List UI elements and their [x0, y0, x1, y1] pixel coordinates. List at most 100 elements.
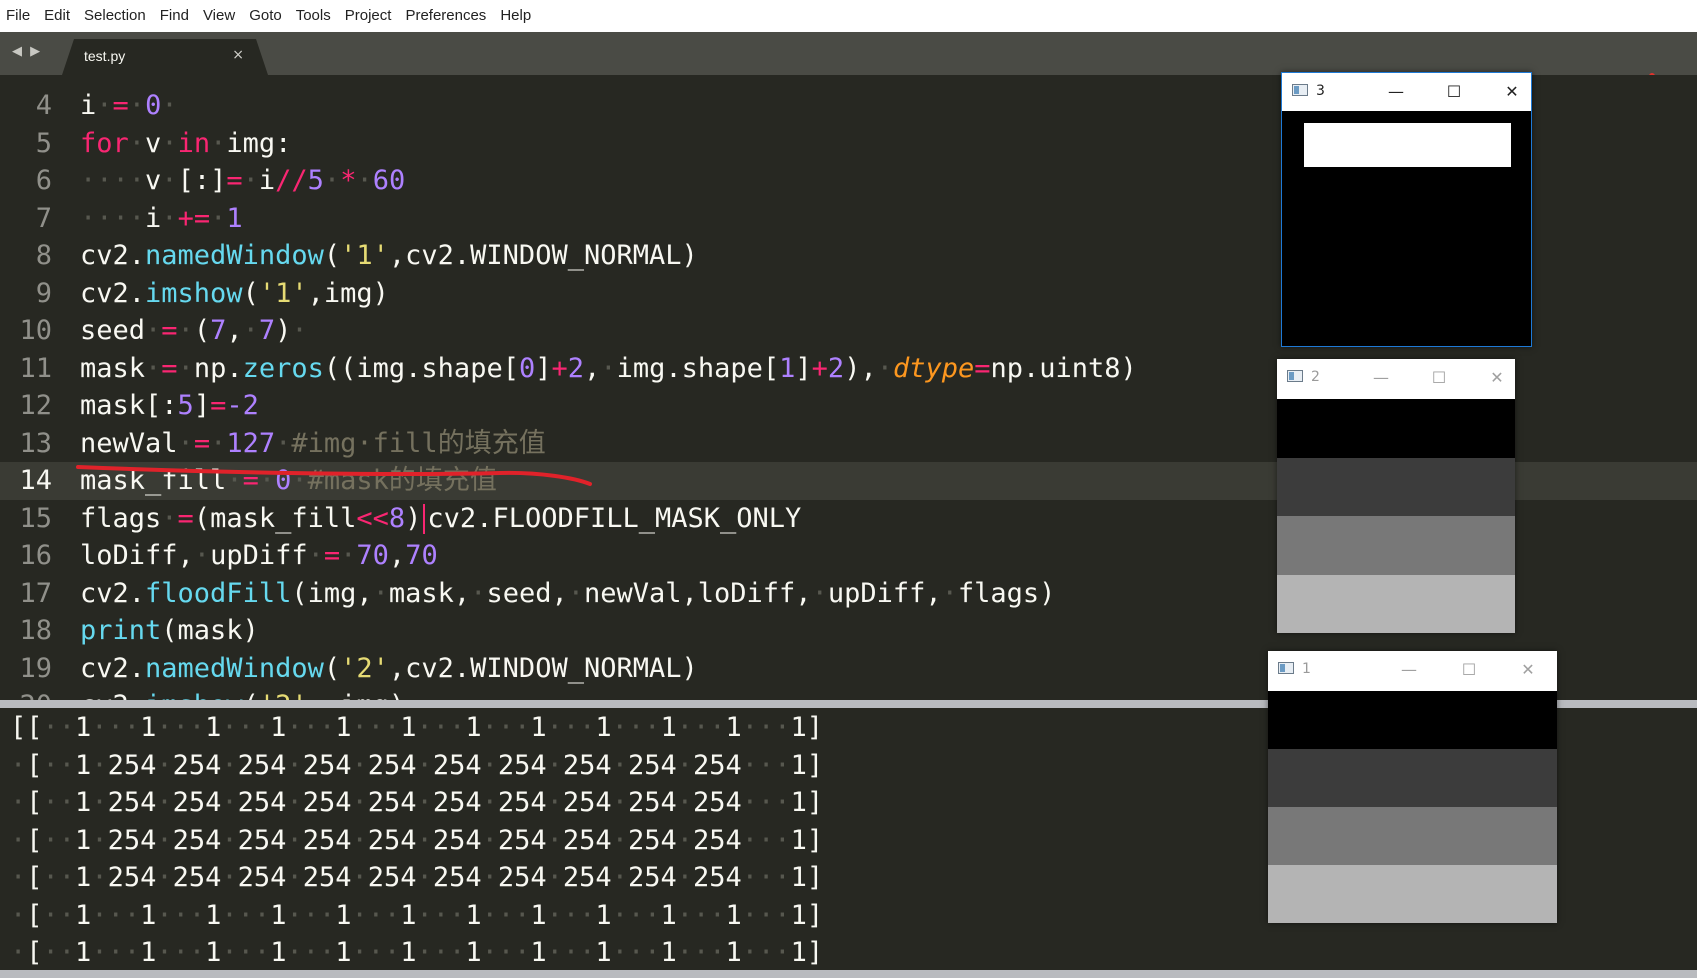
output-token: 1 [75, 749, 92, 781]
cv-window-3[interactable]: 3 — ☐ ✕ [1281, 72, 1532, 347]
output-line: ·[··1·254·254·254·254·254·254·254·254·25… [10, 859, 823, 897]
code-token: · [226, 465, 243, 496]
app-window-icon [1292, 84, 1308, 96]
output-token: · [91, 824, 108, 856]
code-token: · [161, 502, 178, 534]
output-token: ··· [91, 937, 141, 968]
code-text: cv2.namedWindow('1',cv2.WINDOW_NORMAL) [80, 237, 698, 275]
code-token: 8 [388, 502, 406, 534]
menu-find[interactable]: Find [153, 0, 196, 32]
menu-goto[interactable]: Goto [242, 0, 289, 32]
code-token: · [128, 90, 146, 121]
output-token: · [351, 749, 368, 781]
code-token: cv2. [80, 652, 146, 684]
code-token: = [226, 165, 243, 196]
app-window-icon [1278, 662, 1294, 674]
line-number: 20 [0, 687, 52, 700]
tab-bar: ◀ ▶ test.py × [0, 32, 1697, 79]
output-token: 254 [562, 749, 612, 781]
minimize-icon[interactable]: — [1366, 365, 1396, 391]
output-token: · [156, 862, 173, 893]
image-band [1268, 807, 1557, 865]
code-token: ) [405, 502, 422, 534]
cv-window-titlebar[interactable]: 1 — ☐ ✕ [1268, 651, 1557, 689]
output-token: · [91, 787, 108, 818]
code-token: = [177, 502, 194, 534]
menu-tools[interactable]: Tools [289, 0, 338, 32]
tab-test-py[interactable]: test.py × [62, 39, 268, 75]
code-token: · [811, 577, 828, 609]
image-band [1277, 516, 1515, 575]
cv-window-titlebar[interactable]: 2 — ☐ ✕ [1277, 359, 1515, 397]
code-token: '1' [258, 277, 308, 309]
output-token: · [546, 787, 563, 818]
menu-project[interactable]: Project [338, 0, 399, 32]
output-token: 254 [237, 862, 287, 893]
menu-preferences[interactable]: Preferences [398, 0, 493, 32]
output-token: · [286, 824, 303, 856]
maximize-icon[interactable]: ☐ [1454, 657, 1484, 683]
menu-file[interactable]: File [0, 0, 37, 32]
cv-window-1[interactable]: 1 — ☐ ✕ [1268, 651, 1557, 923]
code-token: ,cv2.WINDOW_NORMAL) [388, 240, 698, 271]
code-token: 127 [226, 427, 276, 459]
close-icon[interactable]: ✕ [1497, 79, 1527, 105]
code-token: ] [535, 352, 552, 384]
output-token: ··· [676, 937, 726, 968]
code-token: = [112, 90, 129, 121]
menu-help[interactable]: Help [493, 0, 538, 32]
code-text: mask[:5]=-2 [80, 387, 259, 425]
output-token: 1 [725, 899, 742, 931]
maximize-icon[interactable]: ☐ [1424, 365, 1454, 391]
tab-nav-arrows-icon[interactable]: ◀ ▶ [12, 44, 42, 59]
line-number: 15 [19, 502, 52, 534]
output-token: 1 [400, 712, 417, 743]
code-token: in [177, 127, 211, 159]
maximize-icon[interactable]: ☐ [1439, 79, 1469, 105]
output-token: · [156, 787, 173, 818]
tab-close-icon[interactable]: × [232, 47, 244, 63]
cv-window-image [1282, 111, 1531, 346]
output-token: 1] [790, 899, 824, 931]
output-token: 254 [497, 824, 547, 856]
output-token: · [611, 787, 628, 818]
menu-view[interactable]: View [196, 0, 242, 32]
output-token: 1 [270, 937, 287, 968]
minimize-icon[interactable]: — [1381, 79, 1411, 105]
code-token: mask[: [80, 390, 178, 421]
output-token: · [676, 749, 693, 781]
close-icon[interactable]: ✕ [1482, 365, 1512, 391]
output-line: [[··1···1···1···1···1···1···1···1···1···… [10, 709, 823, 747]
close-icon[interactable]: ✕ [1513, 657, 1543, 683]
code-token: + [811, 352, 828, 384]
menu-selection[interactable]: Selection [77, 0, 153, 32]
code-token: · [242, 165, 259, 196]
output-token: · [351, 787, 368, 818]
output-token: 1 [140, 937, 157, 968]
menu-edit[interactable]: Edit [37, 0, 77, 32]
code-token: 0 [518, 352, 536, 384]
output-token: ··· [676, 712, 726, 743]
code-token: · [291, 465, 308, 496]
cv-window-titlebar[interactable]: 3 — ☐ ✕ [1282, 73, 1531, 111]
code-text: seed·=·(7,·7)· [80, 312, 308, 350]
code-token: #mask的填充值 [307, 465, 497, 496]
cv-window-2[interactable]: 2 — ☐ ✕ [1277, 359, 1515, 633]
output-token: 1 [725, 937, 742, 968]
output-token: 1 [335, 899, 352, 931]
output-token: 1] [790, 862, 824, 893]
code-text: cv2.namedWindow('2',cv2.WINDOW_NORMAL) [80, 650, 698, 688]
code-token: ( [323, 240, 341, 271]
code-token: namedWindow [145, 240, 324, 271]
code-token: (mask_fill [193, 502, 357, 534]
output-token: · [221, 862, 238, 893]
code-token: · [193, 540, 211, 571]
output-token: · [611, 749, 628, 781]
code-token: = [323, 540, 341, 571]
code-token: · [242, 315, 259, 346]
output-token: 1 [205, 899, 222, 931]
code-token: = [161, 352, 178, 384]
minimize-icon[interactable]: — [1394, 657, 1424, 683]
output-token: ··· [351, 712, 401, 743]
code-token: '2' [340, 652, 389, 684]
